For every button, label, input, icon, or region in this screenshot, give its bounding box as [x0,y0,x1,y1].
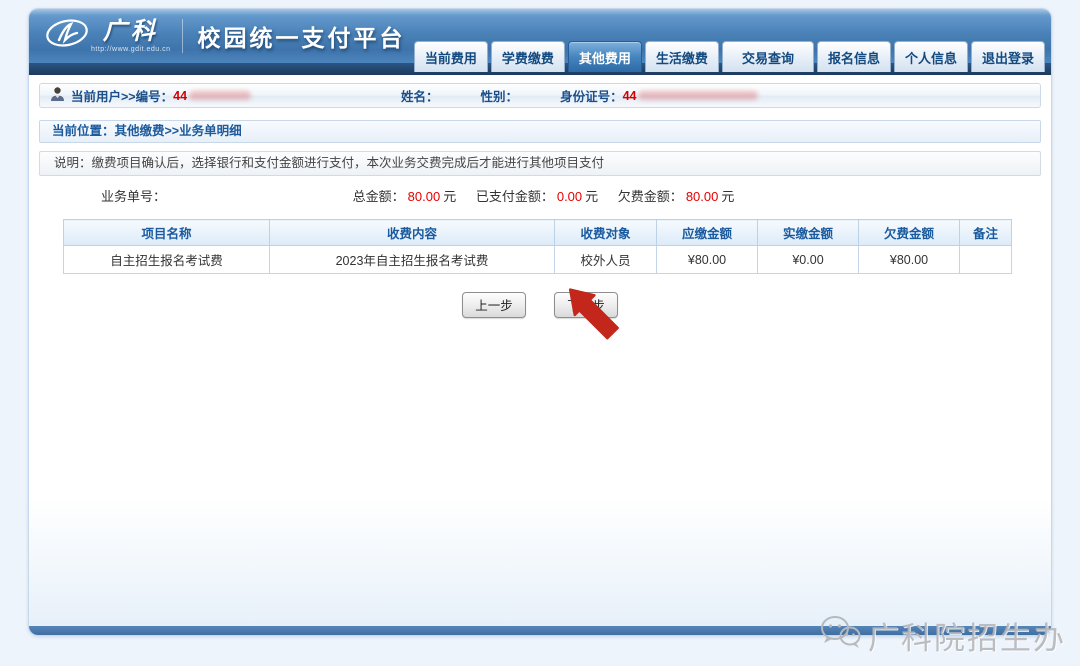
tab-logout[interactable]: 退出登录 [971,41,1045,72]
user-avatar-icon [50,86,65,105]
tab-living-payment[interactable]: 生活缴费 [645,41,719,72]
unit-yuan: 元 [721,189,734,204]
notice-text: 说明：缴费项目确认后，选择银行和支付金额进行支付，本次业务交费完成后才能进行其他… [39,151,1041,176]
main-panel: 广科 http://www.gdit.edu.cn 校园统一支付平台 当前费用 … [28,8,1052,636]
logo-text: 广科 [103,19,159,45]
page-title: 校园统一支付平台 [197,19,405,53]
col-remarks: 备注 [960,220,1012,246]
cell-amount-owed: ¥80.00 [859,246,960,274]
user-info-bar: 当前用户>> 编号： 44 姓名： 性别： 身份证号： 44 [39,83,1041,108]
user-id-label: 编号： [136,86,174,105]
amounts-summary: 总金额：80.00元 已支付金额：0.00元 欠费金额：80.00元 [166,186,1041,205]
cell-amount-paid: ¥0.00 [758,246,859,274]
col-project-name: 项目名称 [64,220,270,246]
idcard-label: 身份证号： [560,86,623,105]
unit-yuan: 元 [585,189,598,204]
redaction-smudge [189,91,251,100]
cell-fee-target: 校外人员 [555,246,657,274]
paid-amount-value: 0.00 [557,189,582,204]
cell-project-name: 自主招生报名考试费 [64,246,270,274]
owed-amount-label: 欠费金额： [618,189,683,204]
owed-amount-value: 80.00 [686,189,719,204]
cell-amount-due: ¥80.00 [657,246,758,274]
nav-tabs: 当前费用 学费缴费 其他费用 生活缴费 交易查询 报名信息 个人信息 退出登录 [414,41,1045,72]
col-amount-paid: 实缴金额 [758,220,859,246]
panel-bottom-bar [29,626,1051,635]
tab-current-fees[interactable]: 当前费用 [414,41,488,72]
step-buttons-row: 上一步 下一步 [29,292,1051,318]
cell-remarks [960,246,1012,274]
logo-url: http://www.gdit.edu.cn [91,46,170,53]
logo: 广科 http://www.gdit.edu.cn 校园统一支付平台 [45,16,405,55]
col-amount-due: 应缴金额 [657,220,758,246]
current-user-label: 当前用户>> [71,86,136,105]
paid-amount-label: 已支付金额： [476,189,554,204]
breadcrumb: 当前位置：其他缴费>>业务单明细 [39,120,1041,143]
user-id-value: 44 [173,89,187,103]
tab-other-fees[interactable]: 其他费用 [568,41,642,72]
red-pointer-arrow-icon [563,286,633,355]
tab-transaction-query[interactable]: 交易查询 [722,41,814,72]
tab-tuition-payment[interactable]: 学费缴费 [491,41,565,72]
name-label: 姓名： [401,86,439,105]
unit-yuan: 元 [443,189,456,204]
order-number-label: 业务单号： [101,186,166,205]
total-amount-label: 总金额： [353,189,405,204]
logo-swoosh-icon [45,16,89,55]
logo-separator [182,19,183,53]
col-fee-target: 收费对象 [555,220,657,246]
col-amount-owed: 欠费金额 [859,220,960,246]
table-row: 自主招生报名考试费 2023年自主招生报名考试费 校外人员 ¥80.00 ¥0.… [64,246,1012,274]
fee-table: 项目名称 收费内容 收费对象 应缴金额 实缴金额 欠费金额 备注 自主招生报名考… [63,219,1012,274]
previous-step-button[interactable]: 上一步 [462,292,526,318]
idcard-value: 44 [623,89,637,103]
header: 广科 http://www.gdit.edu.cn 校园统一支付平台 当前费用 … [29,9,1051,63]
col-fee-content: 收费内容 [270,220,555,246]
gender-label: 性别： [481,86,519,105]
tab-registration-info[interactable]: 报名信息 [817,41,891,72]
table-header-row: 项目名称 收费内容 收费对象 应缴金额 实缴金额 欠费金额 备注 [64,220,1012,246]
order-summary-row: 业务单号： 总金额：80.00元 已支付金额：0.00元 欠费金额：80.00元 [39,183,1041,207]
redaction-smudge [638,91,758,100]
cell-fee-content: 2023年自主招生报名考试费 [270,246,555,274]
tab-personal-info[interactable]: 个人信息 [894,41,968,72]
total-amount-value: 80.00 [408,189,441,204]
